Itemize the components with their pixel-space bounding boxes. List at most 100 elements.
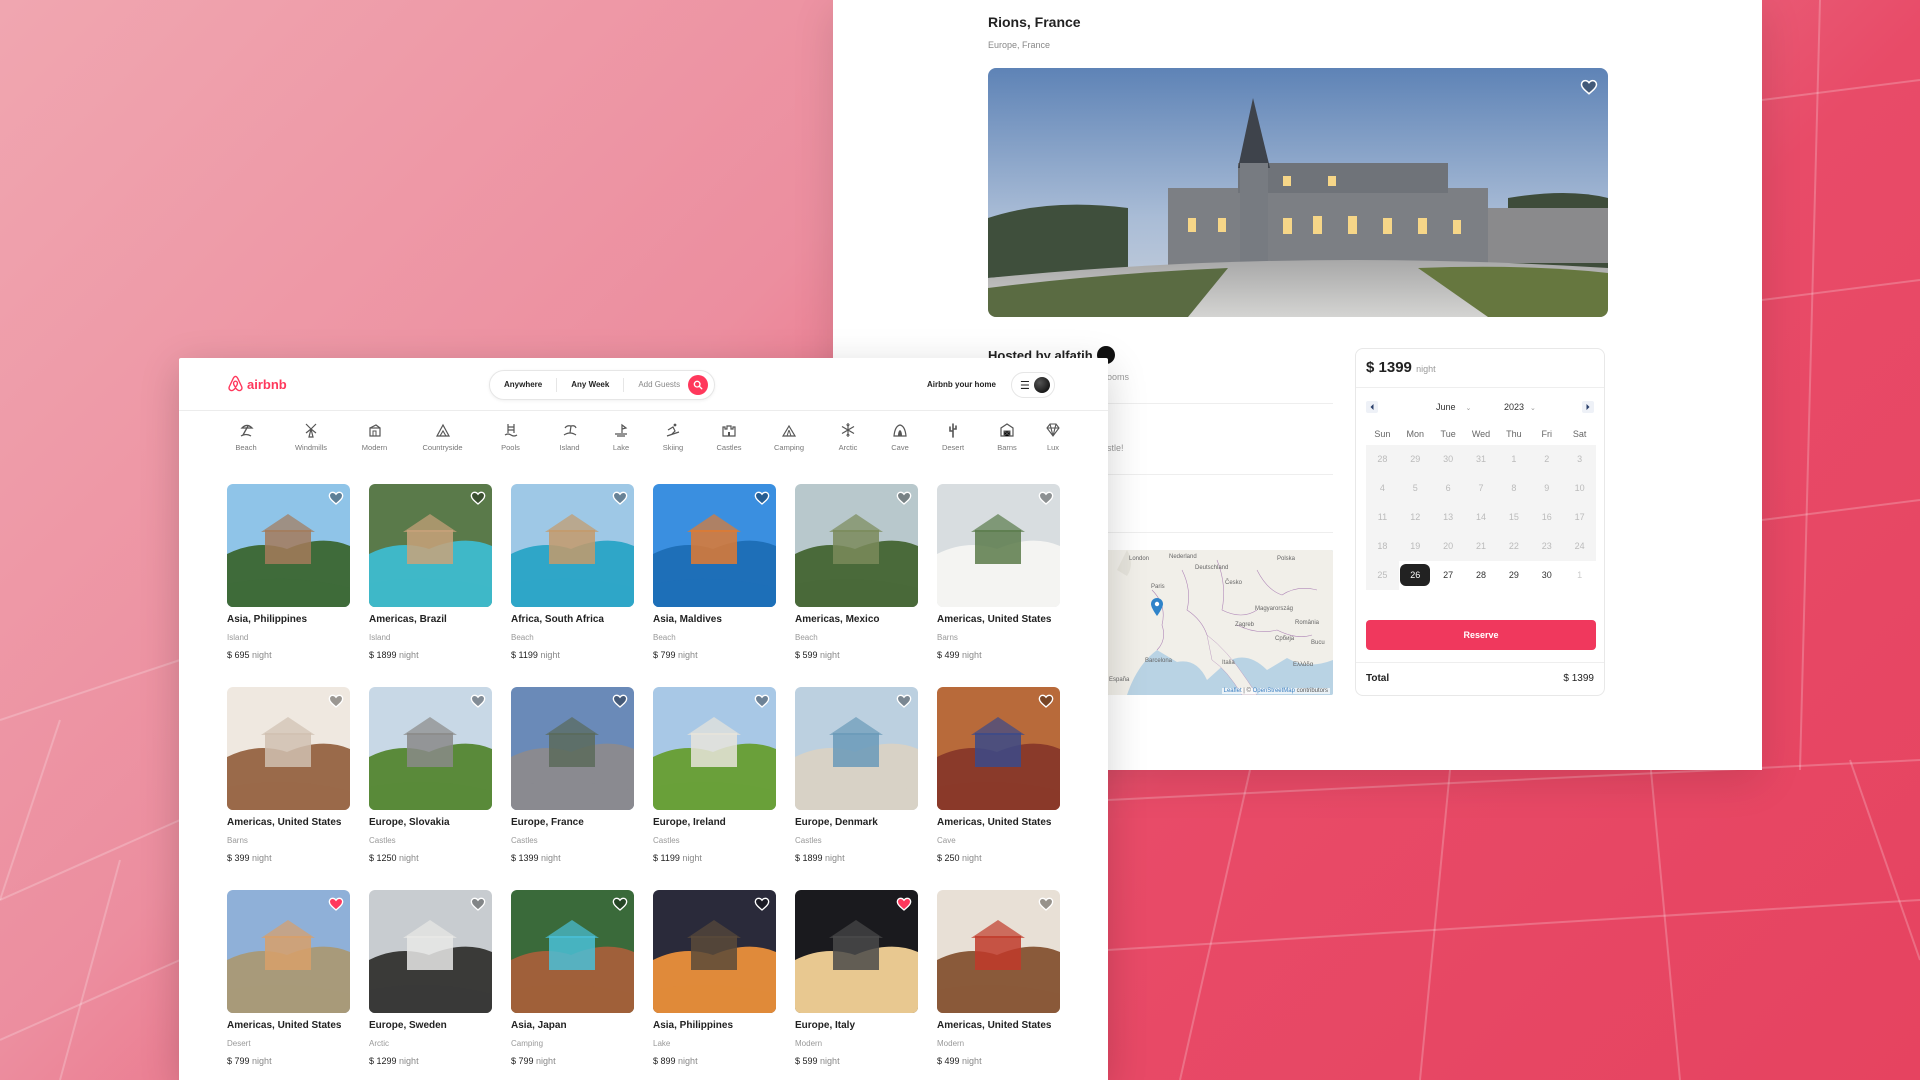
category-windmills[interactable]: Windmills xyxy=(279,422,343,452)
search-any-week[interactable]: Any Week xyxy=(556,378,623,392)
listing-image[interactable] xyxy=(227,484,350,607)
category-cave[interactable]: Cave xyxy=(875,422,925,452)
favorite-heart-icon[interactable] xyxy=(328,490,344,506)
category-modern[interactable]: Modern xyxy=(343,422,406,452)
listing-card[interactable]: Americas, United States Modern $ 499 night xyxy=(937,890,1060,1069)
listing-image[interactable] xyxy=(937,484,1060,607)
favorite-heart-icon[interactable] xyxy=(1580,78,1598,96)
category-island[interactable]: Island xyxy=(542,422,597,452)
calendar-next-button[interactable] xyxy=(1582,401,1594,413)
listing-card[interactable]: Americas, United States Cave $ 250 night xyxy=(937,687,1060,866)
location-map[interactable]: London Nederland Deutschland Paris Česko… xyxy=(1107,550,1333,695)
calendar-day[interactable]: 29 xyxy=(1497,561,1531,590)
listing-image[interactable] xyxy=(511,890,634,1013)
calendar-day[interactable]: 30 xyxy=(1530,561,1564,590)
category-arctic[interactable]: Arctic xyxy=(821,422,875,452)
listing-image[interactable] xyxy=(937,687,1060,810)
divider xyxy=(1107,403,1333,404)
category-barns[interactable]: Barns xyxy=(981,422,1033,452)
listing-card[interactable]: Europe, Sweden Arctic $ 1299 night xyxy=(369,890,492,1069)
favorite-heart-icon[interactable] xyxy=(1038,693,1054,709)
listing-card[interactable]: Americas, Brazil Island $ 1899 night xyxy=(369,484,492,663)
favorite-heart-icon[interactable] xyxy=(470,693,486,709)
calendar-day[interactable]: 27 xyxy=(1431,561,1465,590)
favorite-heart-icon[interactable] xyxy=(754,693,770,709)
calendar-prev-button[interactable] xyxy=(1366,401,1378,413)
favorite-heart-icon[interactable] xyxy=(1038,490,1054,506)
listing-image[interactable] xyxy=(369,484,492,607)
listing-card[interactable]: Asia, Philippines Lake $ 899 night xyxy=(653,890,776,1069)
listing-image[interactable] xyxy=(227,890,350,1013)
listing-card[interactable]: Europe, Ireland Castles $ 1199 night xyxy=(653,687,776,866)
search-bar[interactable]: Anywhere Any Week Add Guests xyxy=(489,370,715,400)
category-skiing[interactable]: Skiing xyxy=(645,422,701,452)
favorite-heart-icon[interactable] xyxy=(896,896,912,912)
airbnb-logo[interactable]: airbnb xyxy=(227,375,287,393)
listing-card[interactable]: Europe, France Castles $ 1399 night xyxy=(511,687,634,866)
day-number: 28 xyxy=(1377,454,1388,464)
favorite-heart-icon[interactable] xyxy=(470,490,486,506)
category-beach[interactable]: Beach xyxy=(213,422,279,452)
search-add-guests[interactable]: Add Guests xyxy=(623,378,686,392)
listing-image[interactable] xyxy=(937,890,1060,1013)
search-anywhere[interactable]: Anywhere xyxy=(490,378,556,392)
map-pin-icon[interactable] xyxy=(1151,598,1163,616)
listing-image[interactable] xyxy=(369,890,492,1013)
listing-category: Modern xyxy=(937,1039,965,1048)
calendar-day[interactable]: 28 xyxy=(1464,561,1498,590)
listing-card[interactable]: Americas, Mexico Beach $ 599 night xyxy=(795,484,918,663)
favorite-heart-icon[interactable] xyxy=(328,896,344,912)
favorite-heart-icon[interactable] xyxy=(612,490,628,506)
listing-card[interactable]: Americas, United States Barns $ 399 night xyxy=(227,687,350,866)
category-pools[interactable]: Pools xyxy=(479,422,542,452)
listing-card[interactable]: Asia, Maldives Beach $ 799 night xyxy=(653,484,776,663)
category-lake[interactable]: Lake xyxy=(597,422,645,452)
price-value: $ 1199 xyxy=(511,650,538,660)
listing-image[interactable] xyxy=(369,687,492,810)
category-camping[interactable]: Camping xyxy=(757,422,821,452)
listing-card[interactable]: Europe, Denmark Castles $ 1899 night xyxy=(795,687,918,866)
calendar-day-selected[interactable]: 26 xyxy=(1398,561,1432,590)
category-countryside[interactable]: Countryside xyxy=(406,422,479,452)
listing-card[interactable]: Asia, Philippines Island $ 695 night xyxy=(227,484,350,663)
listing-image[interactable] xyxy=(795,484,918,607)
listing-card[interactable]: Africa, South Africa Beach $ 1199 night xyxy=(511,484,634,663)
favorite-heart-icon[interactable] xyxy=(896,490,912,506)
favorite-heart-icon[interactable] xyxy=(328,693,344,709)
listing-subtitle: Europe, France xyxy=(988,40,1051,50)
category-castles[interactable]: Castles xyxy=(701,422,757,452)
favorite-heart-icon[interactable] xyxy=(754,490,770,506)
favorite-heart-icon[interactable] xyxy=(896,693,912,709)
listing-image[interactable] xyxy=(653,484,776,607)
osm-link[interactable]: OpenStreetMap xyxy=(1253,688,1295,694)
listing-image[interactable] xyxy=(795,687,918,810)
day-number: 1 xyxy=(1511,454,1517,464)
airbnb-your-home-link[interactable]: Airbnb your home xyxy=(927,380,996,389)
listing-card[interactable]: Europe, Italy Modern $ 599 night xyxy=(795,890,918,1069)
listing-image[interactable] xyxy=(795,890,918,1013)
listing-card[interactable]: Americas, United States Barns $ 499 night xyxy=(937,484,1060,663)
listing-card[interactable]: Americas, United States Desert $ 799 night xyxy=(227,890,350,1069)
category-label: Island xyxy=(559,443,580,452)
listing-card[interactable]: Asia, Japan Camping $ 799 night xyxy=(511,890,634,1069)
calendar-month-select[interactable]: June ⌄ xyxy=(1436,402,1471,412)
search-button[interactable] xyxy=(688,375,708,395)
favorite-heart-icon[interactable] xyxy=(612,896,628,912)
favorite-heart-icon[interactable] xyxy=(612,693,628,709)
listing-image[interactable] xyxy=(227,687,350,810)
favorite-heart-icon[interactable] xyxy=(1038,896,1054,912)
listing-image[interactable] xyxy=(653,687,776,810)
listing-image[interactable] xyxy=(653,890,776,1013)
leaflet-link[interactable]: Leaflet xyxy=(1224,688,1242,694)
reserve-button[interactable]: Reserve xyxy=(1366,620,1596,650)
favorite-heart-icon[interactable] xyxy=(470,896,486,912)
map-label: Nederland xyxy=(1169,554,1197,560)
listing-image[interactable] xyxy=(511,687,634,810)
calendar-year-select[interactable]: 2023 ⌄ xyxy=(1504,402,1536,412)
user-menu-button[interactable]: ☰ xyxy=(1011,372,1055,398)
listing-card[interactable]: Europe, Slovakia Castles $ 1250 night xyxy=(369,687,492,866)
listing-image[interactable] xyxy=(511,484,634,607)
favorite-heart-icon[interactable] xyxy=(754,896,770,912)
category-desert[interactable]: Desert xyxy=(925,422,981,452)
category-lux[interactable]: Lux xyxy=(1033,422,1073,452)
